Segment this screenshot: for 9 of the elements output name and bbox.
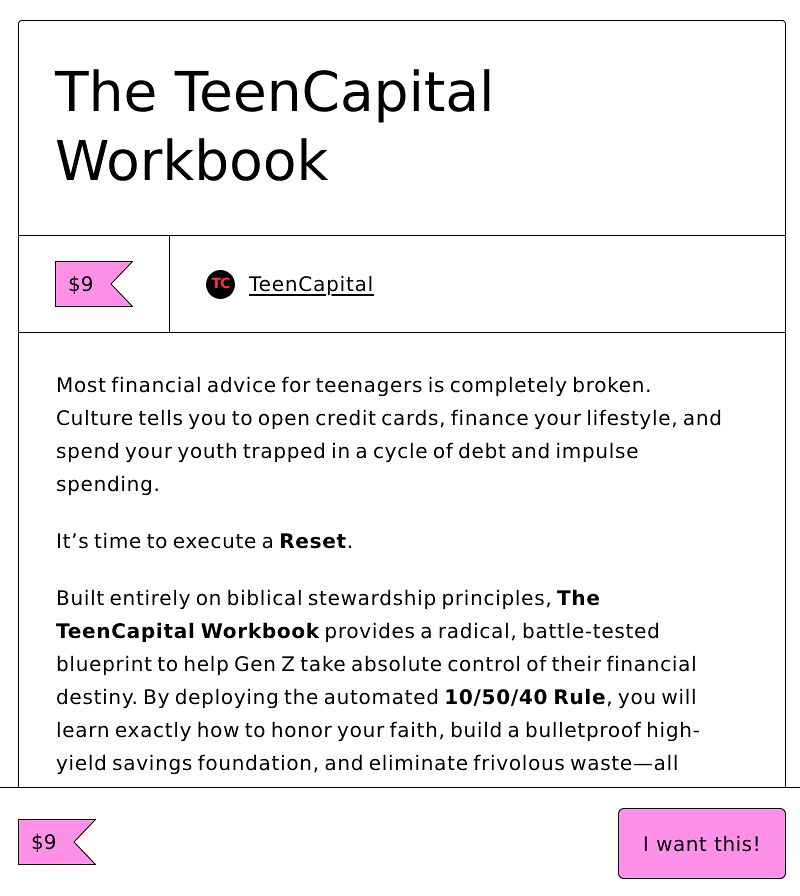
creator-link[interactable]: TeenCapital — [249, 269, 374, 299]
description-paragraph: Built entirely on biblical stewardship principles, The TeenCapital Workbook provides a radical, battle-tested blueprint to help Gen Z take absolute control of their financial destiny. By deploying the automated 10/50/40 Rule, you will learn exactly how to honor your faith, build a bulletproof high-yield savings foundation, and eliminate frivolous waste—all — [56, 585, 702, 777]
buy-button[interactable]: I want this! — [618, 808, 786, 879]
description-paragraph: It’s time to execute a Reset. — [56, 528, 355, 555]
price-tag: $9 — [18, 819, 96, 865]
creator-logo: TC — [206, 270, 235, 298]
description-paragraph: Most financial advice for teenagers is completely broken. Culture tells you to open credit cards, finance your lifestyle, and spend your youth trapped in a cycle of debt and impulse spending. — [56, 372, 724, 498]
price-tag: $9 — [55, 261, 133, 307]
product-title: The TeenCapital Workbook — [55, 59, 496, 195]
